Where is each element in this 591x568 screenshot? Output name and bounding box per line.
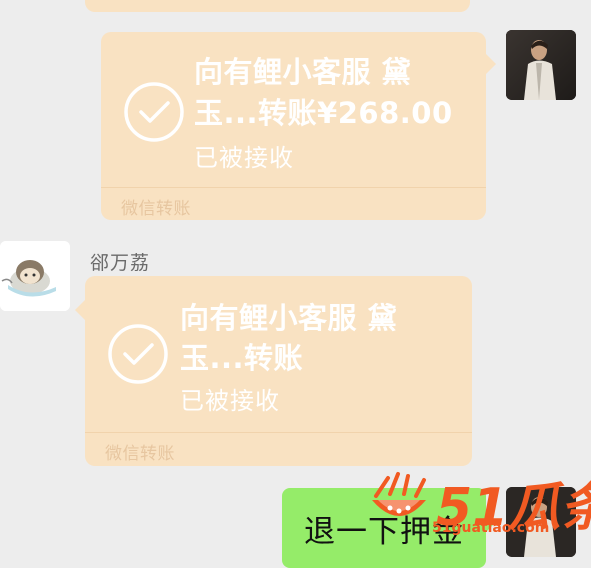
transfer-status: 已被接收 [180,387,280,415]
check-circle-icon [124,82,184,142]
transfer-card-sent[interactable]: 向有鲤小客服 黛 玉...转账¥268.00 已被接收 微信转账 [101,32,486,220]
bubble-tail [75,300,85,320]
transfer-title-line2: 玉...转账¥268.00 [194,96,453,130]
transfer-footer: 微信转账 [121,199,191,219]
watermark-url: 51guatiao.com [432,520,550,536]
avatar-photo [506,30,576,100]
transfer-title-line2: 玉...转账 [180,341,304,375]
sender-name: 郤万荔 [90,252,151,274]
card-divider [101,187,486,188]
check-circle-icon [108,324,168,384]
avatar-cartoon [0,241,70,311]
transfer-card-partial[interactable] [85,0,470,12]
card-divider [85,432,472,433]
avatar-other[interactable] [0,241,70,311]
transfer-status: 已被接收 [194,144,294,172]
transfer-footer: 微信转账 [105,444,175,464]
transfer-title-line1: 向有鲤小客服 黛 [194,55,412,89]
transfer-title-line1: 向有鲤小客服 黛 [180,301,398,335]
transfer-card-received[interactable]: 向有鲤小客服 黛 玉...转账 已被接收 微信转账 [85,276,472,466]
watermark-logo-icon [372,472,426,516]
bubble-tail [486,54,496,74]
avatar-self[interactable] [506,30,576,100]
